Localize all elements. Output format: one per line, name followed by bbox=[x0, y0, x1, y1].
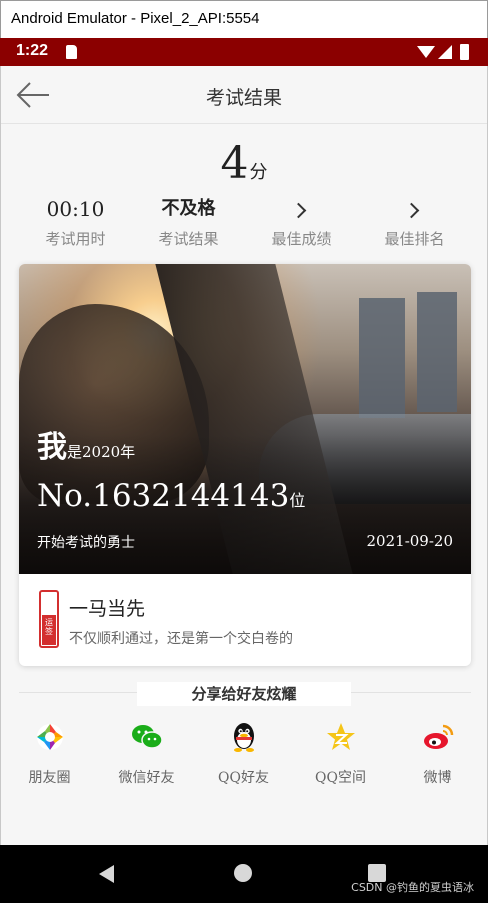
stat-label: 最佳排名 bbox=[384, 230, 445, 248]
nav-back-icon[interactable] bbox=[99, 865, 114, 883]
android-nav-bar: CSDN @钓鱼的夏虫语冰 bbox=[0, 845, 488, 903]
rank-me-big: 我 bbox=[37, 430, 67, 465]
wechat-icon bbox=[130, 720, 164, 754]
status-time: 1:22 bbox=[16, 42, 49, 59]
moments-icon bbox=[33, 720, 67, 754]
score-unit: 分 bbox=[249, 162, 268, 183]
watermark: CSDN @钓鱼的夏虫语冰 bbox=[351, 881, 474, 894]
status-bar: 1:22 bbox=[0, 38, 488, 66]
share-moments-button[interactable]: 朋友圈 bbox=[1, 720, 98, 787]
stat-label: 最佳成绩 bbox=[271, 230, 332, 248]
stat-label: 考试用时 bbox=[45, 230, 106, 248]
stat-exam-result: 不及格 考试结果 bbox=[132, 196, 245, 248]
app-screen: 考试结果 4分 00:10 考试用时 不及格 考试结果 最佳成绩 最佳排名 我是… bbox=[0, 66, 488, 845]
emulator-title-bar: Android Emulator - Pixel_2_API:5554 bbox=[0, 0, 488, 38]
qq-icon bbox=[227, 720, 261, 754]
stat-best-rank[interactable]: 最佳排名 bbox=[358, 196, 471, 248]
stat-value: 不及格 bbox=[161, 198, 216, 219]
rank-me-small: 是2020年 bbox=[67, 443, 136, 461]
rank-number-value: No.1632144143 bbox=[37, 478, 290, 514]
share-label: 朋友圈 bbox=[28, 770, 71, 786]
stat-exam-time: 00:10 考试用时 bbox=[19, 196, 132, 248]
share-qq-button[interactable]: QQ好友 bbox=[195, 720, 292, 787]
app-bar: 考试结果 bbox=[1, 66, 487, 124]
share-label: 微信好友 bbox=[118, 770, 175, 786]
chevron-right-icon bbox=[290, 202, 307, 219]
share-wechat-button[interactable]: 微信好友 bbox=[98, 720, 195, 787]
emulator-title: Android Emulator - Pixel_2_API:5554 bbox=[11, 10, 260, 27]
signal-icon bbox=[438, 45, 452, 59]
share-weibo-button[interactable]: 微博 bbox=[389, 720, 486, 787]
share-label: 微博 bbox=[423, 770, 452, 786]
wifi-icon bbox=[417, 46, 435, 58]
score-value: 4 bbox=[220, 138, 249, 189]
rank-date: 2021-09-20 bbox=[366, 532, 453, 550]
badge-text: 运签 bbox=[42, 615, 56, 645]
share-label: QQ空间 bbox=[315, 770, 366, 786]
rank-card: 我是2020年 No.1632144143位 开始考试的勇士 2021-09-2… bbox=[19, 264, 471, 666]
sd-card-icon bbox=[66, 45, 77, 59]
car-interior-photo bbox=[19, 264, 471, 574]
weibo-icon bbox=[421, 720, 455, 754]
exam-stats: 00:10 考试用时 不及格 考试结果 最佳成绩 最佳排名 bbox=[19, 196, 471, 248]
page-title: 考试结果 bbox=[205, 87, 282, 109]
share-label: QQ好友 bbox=[218, 770, 269, 786]
achievement-title: 一马当先 bbox=[69, 598, 146, 620]
share-qzone-button[interactable]: QQ空间 bbox=[292, 720, 389, 787]
share-title: 分享给好友炫耀 bbox=[137, 682, 351, 706]
rank-caption: 开始考试的勇士 bbox=[37, 535, 135, 551]
fortune-badge-icon: 运签 bbox=[39, 590, 59, 648]
rank-intro: 我是2020年 bbox=[37, 422, 135, 466]
stat-value: 00:10 bbox=[46, 197, 105, 221]
stat-label: 考试结果 bbox=[158, 230, 219, 248]
achievement-subtitle: 不仅顺利通过，还是第一个交白卷的 bbox=[69, 631, 293, 647]
rank-number: No.1632144143位 bbox=[37, 478, 305, 514]
battery-icon bbox=[460, 44, 469, 60]
qzone-icon bbox=[324, 720, 358, 754]
score-display: 4分 bbox=[1, 138, 487, 189]
rank-number-suffix: 位 bbox=[289, 491, 306, 510]
share-targets: 朋友圈 微信好友 QQ好友 QQ空间 微博 bbox=[1, 720, 487, 787]
stat-best-score[interactable]: 最佳成绩 bbox=[245, 196, 358, 248]
chevron-right-icon bbox=[403, 202, 420, 219]
nav-home-icon[interactable] bbox=[234, 864, 252, 882]
